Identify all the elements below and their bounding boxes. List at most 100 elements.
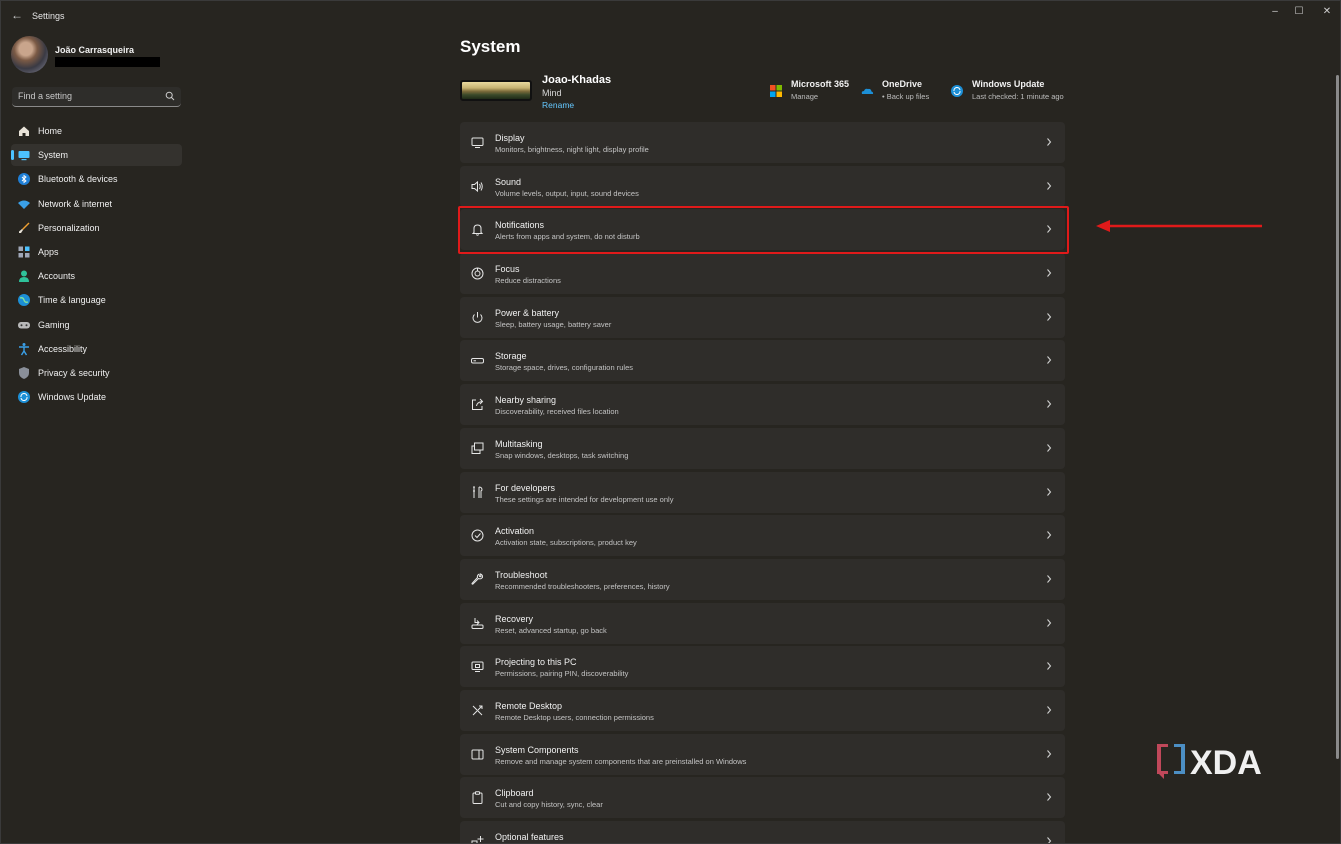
sidebar-item-windows-update[interactable]: Windows Update <box>11 386 182 408</box>
setting-row-display[interactable]: Display Monitors, brightness, night ligh… <box>460 122 1065 163</box>
setting-row-activation[interactable]: Activation Activation state, subscriptio… <box>460 515 1065 557</box>
sidebar-item-label: Bluetooth & devices <box>38 174 118 185</box>
setting-row-multitasking[interactable]: Multitasking Snap windows, desktops, tas… <box>460 427 1065 469</box>
setting-row-nearby-sharing[interactable]: Nearby sharing Discoverability, received… <box>460 384 1065 426</box>
setting-title: Recovery <box>495 613 534 624</box>
setting-row-recovery[interactable]: Recovery Reset, advanced startup, go bac… <box>460 602 1065 644</box>
optional-features-icon <box>471 836 484 843</box>
sidebar-nav: Home System Bluetooth & devices Network … <box>11 120 182 410</box>
setting-title: System Components <box>495 744 579 755</box>
projector-icon <box>471 661 484 673</box>
setting-subtitle: Remove and manage system components that… <box>495 756 747 766</box>
setting-row-focus[interactable]: Focus Reduce distractions <box>460 253 1065 295</box>
setting-row-remote-desktop[interactable]: Remote Desktop Remote Desktop users, con… <box>460 689 1065 731</box>
maximize-button[interactable]: ☐ <box>1288 5 1310 19</box>
tile-title: Microsoft 365 <box>791 79 850 89</box>
wrench-icon <box>471 573 484 585</box>
sidebar-item-personalization[interactable]: Personalization <box>11 217 182 239</box>
sidebar-item-apps[interactable]: Apps <box>11 241 182 263</box>
setting-subtitle: Discoverability, received files location <box>495 407 619 417</box>
chevron-right-icon <box>1047 356 1052 365</box>
sidebar-item-accessibility[interactable]: Accessibility <box>11 338 182 360</box>
sidebar-item-privacy[interactable]: Privacy & security <box>11 362 182 384</box>
tile-subtitle: Last checked: 1 minute ago <box>972 92 1064 101</box>
shield-icon <box>19 366 29 379</box>
remote-desktop-icon <box>472 705 483 716</box>
sidebar-item-label: Accounts <box>38 271 76 282</box>
settings-window: ← Settings – ☐ ✕ João Carrasqueira Home … <box>0 0 1341 844</box>
sidebar-item-time-language[interactable]: Time & language <box>11 289 182 311</box>
search-icon[interactable] <box>165 91 175 101</box>
device-name: Joao-Khadas <box>542 74 612 86</box>
windows-update-tile[interactable]: Windows Update Last checked: 1 minute ag… <box>950 79 1064 105</box>
display-icon <box>471 137 484 148</box>
setting-subtitle: Snap windows, desktops, task switching <box>495 450 629 460</box>
tile-subtitle: Manage <box>791 92 819 101</box>
title-bar: ← Settings – ☐ ✕ <box>1 1 1340 31</box>
sidebar-item-network[interactable]: Network & internet <box>11 193 182 215</box>
network-icon <box>18 200 30 209</box>
setting-title: Nearby sharing <box>495 395 557 406</box>
setting-row-notifications[interactable]: Notifications Alerts from apps and syste… <box>460 209 1065 251</box>
brush-icon <box>19 222 30 233</box>
chevron-right-icon <box>1047 487 1052 496</box>
setting-row-optional-features[interactable]: Optional features <box>460 821 1065 843</box>
setting-row-developers[interactable]: For developers These settings are intend… <box>460 471 1065 513</box>
setting-row-clipboard[interactable]: Clipboard Cut and copy history, sync, cl… <box>460 777 1065 819</box>
developer-icon <box>473 486 483 498</box>
chevron-right-icon <box>1047 706 1052 714</box>
setting-subtitle: Cut and copy history, sync, clear <box>495 800 603 810</box>
chevron-right-icon <box>1047 400 1052 408</box>
setting-title: Multitasking <box>495 438 543 449</box>
setting-row-system-components[interactable]: System Components Remove and manage syst… <box>460 733 1065 775</box>
setting-row-sound[interactable]: Sound Volume levels, output, input, soun… <box>460 165 1065 207</box>
setting-subtitle: Volume levels, output, input, sound devi… <box>495 188 639 198</box>
system-icon <box>18 151 30 161</box>
tile-subtitle: • Back up files <box>882 92 930 101</box>
setting-row-storage[interactable]: Storage Storage space, drives, configura… <box>460 340 1065 382</box>
scrollbar[interactable] <box>1336 75 1339 759</box>
user-profile[interactable]: João Carrasqueira <box>11 36 181 76</box>
search-box[interactable] <box>12 87 181 107</box>
setting-row-projecting[interactable]: Projecting to this PC Permissions, pairi… <box>460 646 1065 688</box>
sidebar-item-accounts[interactable]: Accounts <box>11 265 182 287</box>
chevron-right-icon <box>1047 837 1052 843</box>
setting-title: Sound <box>495 176 522 187</box>
xda-logo-text: XDA <box>1190 744 1262 781</box>
globe-icon <box>18 294 30 307</box>
setting-title: Optional features <box>495 832 564 842</box>
setting-title: Activation <box>495 526 535 537</box>
sidebar-item-label: Personalization <box>38 222 100 233</box>
gamepad-icon <box>18 321 30 328</box>
share-icon <box>472 398 484 411</box>
setting-title: Focus <box>495 264 520 275</box>
chevron-right-icon <box>1047 662 1052 671</box>
avatar[interactable] <box>11 36 48 73</box>
chevron-right-icon <box>1047 531 1052 540</box>
page-title: System <box>460 37 521 56</box>
sidebar-item-system[interactable]: System <box>11 144 182 167</box>
accessibility-icon <box>19 342 29 356</box>
setting-title: Storage <box>495 351 527 362</box>
sidebar-item-bluetooth[interactable]: Bluetooth & devices <box>11 168 182 190</box>
setting-row-power[interactable]: Power & battery Sleep, battery usage, ba… <box>460 296 1065 338</box>
sidebar-item-home[interactable]: Home <box>11 120 182 142</box>
redacted-email <box>55 57 160 67</box>
back-button[interactable]: ← <box>9 7 25 23</box>
sidebar-item-gaming[interactable]: Gaming <box>11 314 182 336</box>
onedrive-tile[interactable]: OneDrive • Back up files <box>860 79 940 105</box>
device-model: Mind <box>542 88 562 98</box>
setting-row-troubleshoot[interactable]: Troubleshoot Recommended troubleshooters… <box>460 558 1065 600</box>
tile-title: OneDrive <box>882 79 923 89</box>
chevron-right-icon <box>1047 749 1052 758</box>
rename-link[interactable]: Rename <box>542 100 574 110</box>
close-button[interactable]: ✕ <box>1316 5 1338 19</box>
minimize-button[interactable]: – <box>1264 5 1286 19</box>
sidebar-item-label: Network & internet <box>38 198 113 209</box>
search-input[interactable] <box>18 91 158 101</box>
device-thumbnail <box>460 80 532 101</box>
multitask-icon <box>471 442 484 454</box>
microsoft-365-icon <box>770 85 782 97</box>
settings-list: Display Monitors, brightness, night ligh… <box>460 122 1065 843</box>
microsoft-365-tile[interactable]: Microsoft 365 Manage <box>769 79 854 105</box>
